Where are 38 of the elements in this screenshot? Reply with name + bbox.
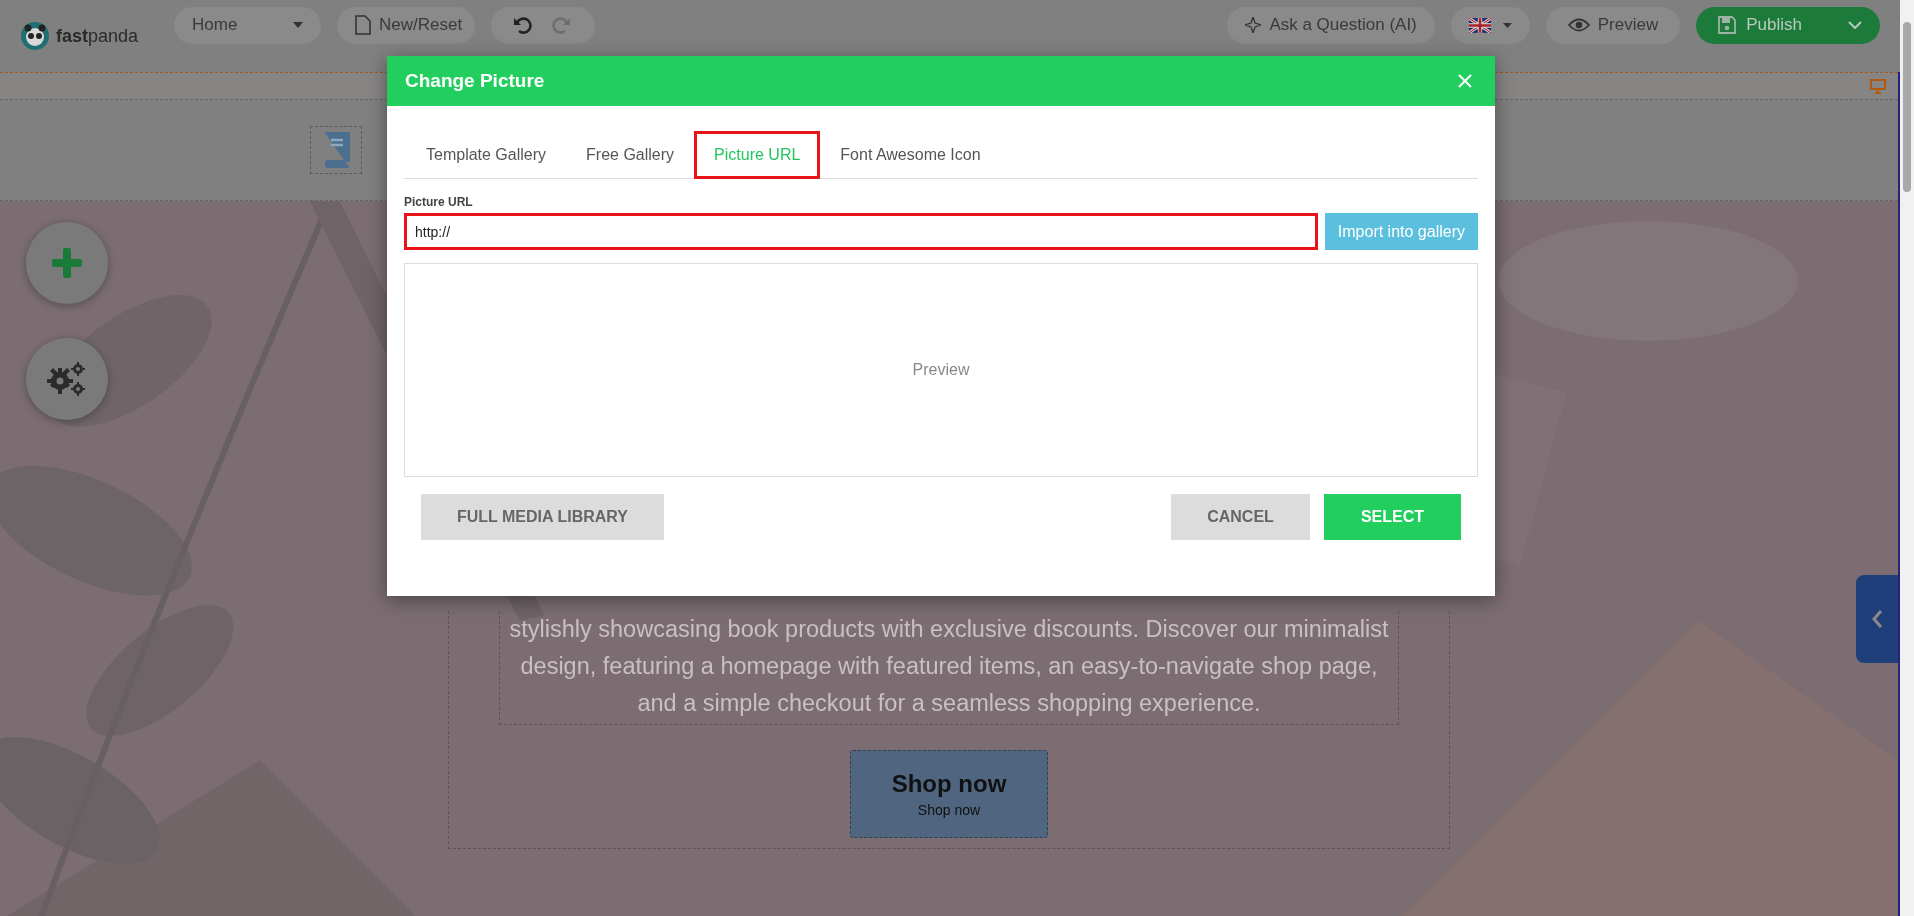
flag-icon (1468, 17, 1491, 33)
caret-icon (1502, 22, 1512, 28)
preview-button[interactable]: Preview (1545, 6, 1681, 44)
undo-icon[interactable] (513, 15, 534, 35)
new-reset-button[interactable]: New/Reset (337, 6, 476, 44)
dialog-tab[interactable]: Picture URL (694, 131, 821, 179)
url-field[interactable]: http:// (404, 213, 1318, 250)
cancel-button[interactable]: CANCEL (1171, 494, 1310, 540)
caret-icon (293, 22, 304, 28)
field-label: Picture URL (404, 195, 474, 209)
document-icon (355, 15, 372, 35)
eye-icon (1567, 18, 1590, 32)
hero-description: stylishly showcasing book products with exclusive discounts. Discover our minimalist design, featuring a homepage with featured items, an easy-to-navigate shop page, and a simple checkout for a seamless shopping experience. (499, 611, 1399, 725)
brand-name: fastpanda (56, 25, 139, 47)
redo-icon[interactable] (551, 15, 572, 35)
save-icon (1718, 16, 1737, 34)
monitor-icon[interactable] (1870, 78, 1886, 94)
scrollbar[interactable] (1900, 0, 1914, 916)
language-select[interactable] (1450, 6, 1530, 44)
panel-toggle-button[interactable] (1856, 575, 1898, 663)
sparkle-icon (1245, 17, 1262, 33)
dialog-tab[interactable]: Template Gallery (406, 131, 567, 179)
import-button[interactable]: Import into gallery (1324, 213, 1478, 250)
publish-button[interactable]: Publish (1696, 6, 1880, 44)
gears-icon (46, 361, 88, 397)
shop-now-button[interactable]: Shop now Shop now (850, 750, 1048, 838)
panda-logo-icon (20, 21, 50, 51)
page-select[interactable]: Home (174, 6, 322, 44)
select-button[interactable]: SELECT (1323, 494, 1461, 540)
dialog-tab[interactable]: Free Gallery (566, 131, 695, 179)
plus-icon (52, 248, 82, 278)
image-preview: Preview (404, 263, 1478, 477)
media-library-button[interactable]: FULL MEDIA LIBRARY (421, 494, 664, 540)
dialog-title: Change Picture (405, 70, 545, 92)
ask-ai-button[interactable]: Ask a Question (AI) (1227, 6, 1435, 44)
dialog-tab[interactable]: Font Awesome Icon (820, 131, 1001, 179)
chevron-left-icon (1871, 609, 1883, 629)
chevron-down-icon (1848, 21, 1862, 29)
